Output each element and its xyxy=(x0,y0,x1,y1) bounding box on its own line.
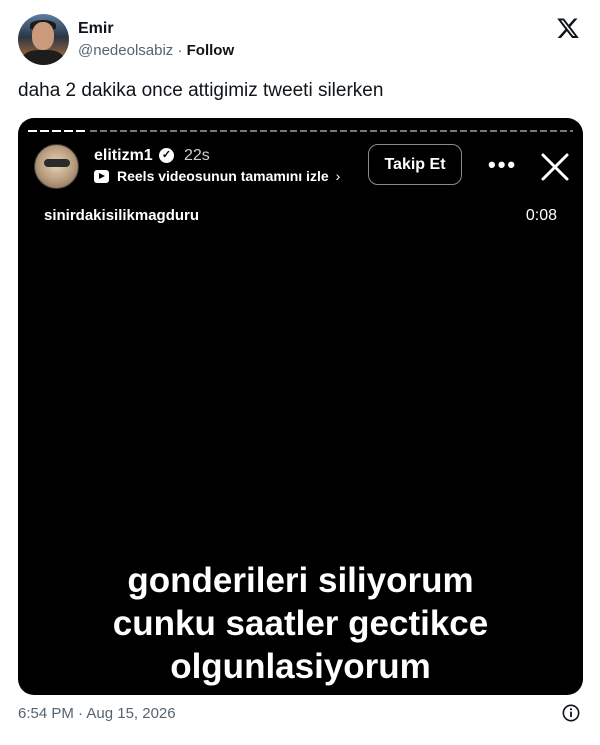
video-caption: gonderileri siliyorum cunku saatler gect… xyxy=(18,559,583,688)
reels-link[interactable]: Reels videosunun tamamını izle › xyxy=(94,168,340,184)
caption-line: olgunlasiyorum xyxy=(170,647,431,686)
audio-username: sinirdakisilikmagduru xyxy=(44,207,200,224)
chevron-right-icon: › xyxy=(335,168,341,184)
video-duration: 0:08 xyxy=(525,207,557,224)
story-progress xyxy=(28,130,573,132)
verified-check-icon: ✓ xyxy=(159,148,174,163)
takip-et-button[interactable]: Takip Et xyxy=(368,144,462,185)
tweet-timestamp[interactable]: 6:54 PM · Aug 15, 2026 xyxy=(18,705,176,722)
reels-link-label: Reels videosunun tamamını izle xyxy=(117,168,329,184)
tweet-header: Emir @nedeolsabiz · Follow xyxy=(18,12,582,68)
ig-username[interactable]: elitizm1 xyxy=(94,147,153,165)
play-icon xyxy=(94,169,109,183)
caption-line: cunku saatler gectikce xyxy=(112,604,489,643)
info-icon[interactable] xyxy=(562,704,580,722)
close-icon[interactable] xyxy=(540,152,570,182)
ig-user-avatar[interactable] xyxy=(34,144,79,189)
caption-line: gonderileri siliyorum xyxy=(127,561,474,600)
x-logo-icon[interactable] xyxy=(556,16,580,40)
separator: · xyxy=(173,42,187,59)
author-handle[interactable]: @nedeolsabiz xyxy=(78,42,173,59)
post-age: 22s xyxy=(184,147,210,164)
author-handle-row: @nedeolsabiz · Follow xyxy=(78,42,234,59)
author-name[interactable]: Emir xyxy=(78,20,114,38)
more-options-icon[interactable]: ••• xyxy=(488,152,517,178)
follow-link[interactable]: Follow xyxy=(187,42,235,59)
tweet-text: daha 2 dakika once attigimiz tweeti sile… xyxy=(18,80,384,101)
embedded-video[interactable]: elitizm1 ✓ 22s Reels videosunun tamamını… xyxy=(18,118,583,695)
author-avatar[interactable] xyxy=(18,14,69,65)
